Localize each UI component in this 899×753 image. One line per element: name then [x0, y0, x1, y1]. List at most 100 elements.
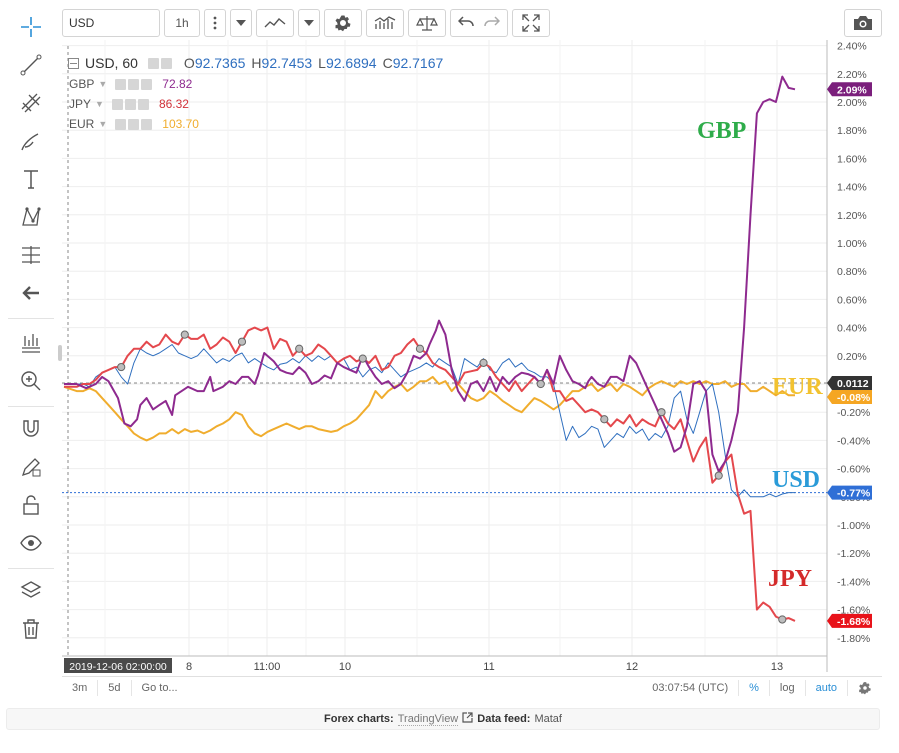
price-label: -0.77%	[827, 485, 872, 500]
annotation-gbp[interactable]: GBP	[697, 118, 746, 144]
y-tick-label: 0.60%	[837, 294, 867, 306]
panel-resize-handle[interactable]	[58, 345, 62, 361]
footer-label: Forex charts:	[324, 713, 394, 725]
event-marker[interactable]	[600, 415, 609, 424]
x-tick-label: 8	[186, 661, 192, 673]
y-tick-label: 1.80%	[837, 125, 867, 137]
percent-scale-button[interactable]: %	[739, 679, 770, 696]
series-settings-icon[interactable]	[124, 98, 136, 110]
legend-row-eur: EUR ▼ 103.70	[69, 117, 199, 131]
annotation-eur[interactable]: EUR	[772, 374, 823, 400]
external-link-icon[interactable]	[462, 712, 473, 726]
visibility-eye-icon[interactable]	[115, 78, 127, 90]
main-series-buttons	[147, 57, 172, 69]
remove-series-icon[interactable]	[141, 78, 153, 90]
y-tick-label: -1.20%	[837, 548, 870, 560]
y-tick-label: 1.60%	[837, 153, 867, 165]
y-tick-label: -1.40%	[837, 576, 870, 588]
goto-date-button[interactable]: Go to...	[132, 680, 188, 696]
y-tick-label: 2.40%	[837, 41, 867, 53]
y-tick-label: -0.20%	[837, 407, 870, 419]
comparison-line-chart[interactable]: 2.40% 2.20% 2.00% 1.80% 1.60% 1.40% 1.20% 1.00%…	[0, 0, 899, 753]
cursor-time-label: 2019-12-06 02:00:00	[64, 658, 172, 673]
remove-series-icon[interactable]	[137, 98, 149, 110]
event-marker[interactable]	[714, 471, 723, 480]
price-label: -1.68%	[827, 613, 872, 628]
event-marker[interactable]	[778, 615, 787, 624]
legend-value: 72.82	[162, 77, 193, 91]
event-marker[interactable]	[237, 337, 247, 346]
ohlc-close: C92.7167	[382, 55, 444, 71]
utc-clock[interactable]: 03:07:54 (UTC)	[642, 679, 740, 696]
y-axis: 2.40% 2.20% 2.00% 1.80% 1.60% 1.40% 1.20% 1.00%…	[826, 40, 870, 672]
y-tick-label: 1.00%	[837, 238, 867, 250]
feed-label: Data feed:	[477, 713, 531, 725]
legend-symbol: JPY	[69, 97, 92, 111]
price-label-text: 0.0112	[837, 378, 869, 390]
y-tick-label: -1.00%	[837, 520, 870, 532]
range-5d-button[interactable]: 5d	[98, 679, 132, 696]
price-label-text: -0.77%	[837, 488, 871, 500]
tradingview-link[interactable]: TradingView	[397, 713, 459, 726]
annotation-jpy[interactable]: JPY	[768, 566, 812, 592]
x-tick-label: 12	[626, 661, 638, 673]
main-series-legend: USD, 60 O92.7365 H92.7453 L92.6894 C92.7…	[68, 55, 443, 71]
price-label-text: -1.68%	[837, 616, 871, 628]
x-tick-label: 10	[339, 661, 351, 673]
series-settings-icon[interactable]	[160, 57, 172, 69]
event-marker[interactable]	[479, 358, 488, 367]
legend-buttons	[115, 78, 153, 90]
series-settings-icon[interactable]	[128, 78, 140, 90]
remove-series-icon[interactable]	[141, 118, 153, 130]
y-tick-label: 2.00%	[837, 97, 867, 109]
feed-provider: Mataf	[534, 713, 562, 725]
ohlc-low: L92.6894	[318, 55, 377, 71]
ohlc-high: H92.7453	[251, 55, 313, 71]
main-symbol-label: USD, 60	[85, 55, 138, 71]
event-marker[interactable]	[117, 362, 126, 372]
legend-buttons	[115, 118, 153, 130]
chart-settings-gear-icon[interactable]	[848, 680, 882, 696]
dropdown-caret-icon[interactable]: ▼	[98, 119, 107, 129]
attribution-footer: Forex charts: TradingView Data feed: Mat…	[6, 708, 880, 730]
legend-symbol: GBP	[69, 77, 95, 91]
legend-symbol: EUR	[69, 117, 95, 131]
y-tick-label: -0.60%	[837, 464, 870, 476]
y-tick-label: 0.40%	[837, 323, 867, 335]
series-settings-icon[interactable]	[128, 118, 140, 130]
event-marker[interactable]	[180, 330, 189, 339]
range-3m-button[interactable]: 3m	[62, 679, 99, 696]
y-tick-label: 0.20%	[837, 351, 867, 363]
event-marker[interactable]	[295, 344, 304, 353]
y-tick-label: -0.40%	[837, 435, 870, 447]
price-label-text: 2.09%	[837, 84, 867, 96]
visibility-eye-icon[interactable]	[115, 118, 127, 130]
y-tick-label: 2.20%	[837, 69, 867, 81]
event-marker[interactable]	[415, 344, 425, 353]
legend-value: 86.32	[158, 97, 189, 111]
auto-scale-button[interactable]: auto	[806, 679, 848, 696]
visibility-eye-icon[interactable]	[147, 57, 159, 69]
dropdown-caret-icon[interactable]: ▼	[98, 79, 107, 89]
y-tick-label: 1.20%	[837, 210, 867, 222]
annotation-usd[interactable]: USD	[772, 467, 820, 493]
price-label: 2.09%	[827, 82, 872, 97]
event-marker[interactable]	[536, 379, 545, 389]
legend-buttons	[111, 98, 149, 110]
price-label: 0.0112	[827, 376, 872, 390]
log-scale-button[interactable]: log	[770, 679, 806, 696]
y-tick-label: 1.40%	[837, 182, 867, 194]
dropdown-caret-icon[interactable]: ▼	[95, 99, 104, 109]
legend-row-gbp: GBP ▼ 72.82	[69, 77, 192, 91]
y-tick-label: -1.80%	[837, 633, 870, 645]
visibility-eye-icon[interactable]	[111, 98, 123, 110]
x-tick-label: 13	[771, 661, 783, 673]
bottom-toolbar: 3m 5d Go to... 03:07:54 (UTC) % log auto	[62, 676, 882, 698]
cursor-time-text: 2019-12-06 02:00:00	[69, 661, 167, 673]
event-marker[interactable]	[358, 354, 367, 363]
ohlc-open: O92.7365	[183, 55, 246, 71]
price-label-text: -0.08%	[837, 392, 871, 404]
collapse-legend-icon[interactable]	[68, 57, 79, 69]
event-marker[interactable]	[657, 408, 666, 417]
price-label: -0.08%	[827, 390, 872, 404]
